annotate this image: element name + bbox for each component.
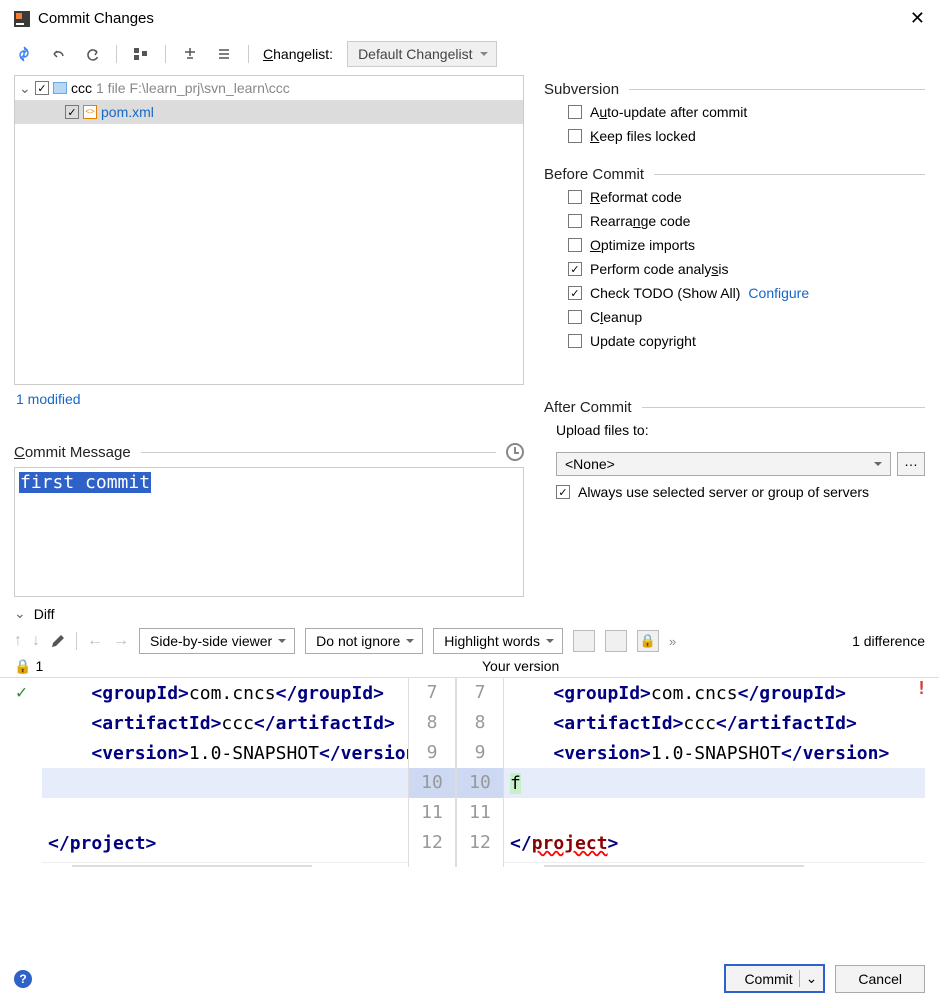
error-marker-icon: ! (916, 678, 927, 699)
diff-collapse-icon[interactable]: ⌄ (14, 605, 26, 622)
files-tree[interactable]: ⌄ ✓ ccc 1 file F:\learn_prj\svn_learn\cc… (14, 75, 524, 385)
help-icon[interactable]: ? (14, 970, 32, 988)
file-checkbox[interactable]: ✓ (65, 105, 79, 119)
analysis-label: Perform code analysis (590, 261, 729, 277)
reformat-label: Reformat code (590, 189, 682, 205)
changelist-select[interactable]: Default Changelist (347, 41, 497, 67)
auto-update-label: Auto-update after commit (590, 104, 747, 120)
commit-message-input[interactable]: first commit (14, 467, 524, 597)
commit-button[interactable]: Commit⌄ (724, 964, 825, 993)
copyright-label: Update copyright (590, 333, 696, 349)
todo-checkbox[interactable] (568, 286, 582, 300)
upload-label: Upload files to: (556, 422, 925, 438)
keep-locked-label: Keep files locked (590, 128, 696, 144)
readonly-lock-icon: 🔒 (14, 658, 31, 674)
cleanup-label: Cleanup (590, 309, 642, 325)
subversion-title: Subversion (544, 81, 619, 98)
highlight-select[interactable]: Highlight words (433, 628, 563, 654)
root-name: ccc (71, 80, 92, 96)
cancel-button[interactable]: Cancel (835, 965, 925, 993)
root-checkbox[interactable]: ✓ (35, 81, 49, 95)
difference-count: 1 difference (852, 633, 925, 649)
split-button[interactable] (605, 630, 627, 652)
always-server-label: Always use selected server or group of s… (578, 484, 869, 500)
changelist-label: Changelist: (263, 46, 333, 62)
collapse-arrow-icon[interactable]: ⌄ (19, 80, 31, 97)
analysis-checkbox[interactable] (568, 262, 582, 276)
commit-msg-label: Commit Message (14, 444, 131, 461)
redo-circle-icon[interactable] (82, 44, 102, 64)
back-icon[interactable]: ← (87, 632, 103, 650)
keep-locked-checkbox[interactable] (568, 129, 582, 143)
root-meta: 1 file F:\learn_prj\svn_learn\ccc (96, 80, 290, 96)
next-diff-icon[interactable]: ↓ (32, 632, 40, 650)
prev-diff-icon[interactable]: ↑ (14, 632, 22, 650)
diff-right-pane[interactable]: <groupId>com.cncs</groupId> <artifactId>… (504, 678, 925, 867)
before-commit-title: Before Commit (544, 166, 644, 183)
folder-icon (53, 82, 67, 94)
rearrange-label: Rearrange code (590, 213, 690, 229)
cleanup-checkbox[interactable] (568, 310, 582, 324)
refresh-diff-icon[interactable] (14, 44, 34, 64)
copyright-checkbox[interactable] (568, 334, 582, 348)
lock-icon[interactable]: 🔒 (637, 630, 659, 652)
auto-update-checkbox[interactable] (568, 105, 582, 119)
group-icon[interactable] (131, 44, 151, 64)
right-version-label: Your version (482, 658, 559, 675)
window-title: Commit Changes (38, 10, 910, 27)
commit-dropdown-icon[interactable]: ⌄ (799, 970, 818, 987)
forward-icon[interactable]: → (113, 632, 129, 650)
xml-file-icon: <> (83, 105, 97, 119)
viewer-mode-select[interactable]: Side-by-side viewer (139, 628, 295, 654)
undo-icon[interactable] (48, 44, 68, 64)
modified-count: 1 modified (14, 385, 524, 413)
diff-left-pane[interactable]: <groupId>com.cncs</groupId> <artifactId>… (42, 678, 408, 867)
h-scrollbar-right[interactable] (544, 865, 804, 867)
close-button[interactable]: ✕ (910, 8, 925, 29)
history-icon[interactable] (506, 443, 524, 461)
upload-browse-button[interactable]: … (897, 452, 925, 476)
optimize-label: Optimize imports (590, 237, 695, 253)
todo-label: Check TODO (Show All) (590, 285, 740, 301)
collapse-all-icon[interactable] (214, 44, 234, 64)
tree-file-row[interactable]: ✓ <> pom.xml (15, 100, 523, 124)
tree-root[interactable]: ⌄ ✓ ccc 1 file F:\learn_prj\svn_learn\cc… (15, 76, 523, 100)
reformat-checkbox[interactable] (568, 190, 582, 204)
app-icon (14, 11, 30, 27)
after-commit-title: After Commit (544, 399, 632, 416)
file-name: pom.xml (101, 104, 154, 120)
expand-all-icon[interactable] (180, 44, 200, 64)
ignore-select[interactable]: Do not ignore (305, 628, 423, 654)
upload-select[interactable]: <None> (556, 452, 891, 476)
configure-link[interactable]: Configure (748, 285, 809, 301)
rearrange-checkbox[interactable] (568, 214, 582, 228)
h-scrollbar-left[interactable] (72, 865, 312, 867)
ok-marker-icon: ✓ (16, 682, 42, 703)
edit-icon[interactable] (50, 633, 66, 649)
top-toolbar: Changelist: Default Changelist (0, 37, 939, 75)
left-version-label: 1 (35, 658, 43, 674)
always-server-checkbox[interactable] (556, 485, 570, 499)
diff-title: Diff (34, 606, 55, 622)
optimize-checkbox[interactable] (568, 238, 582, 252)
line-gutter: 789101112 789101112 (408, 678, 504, 867)
sync-scroll-button[interactable] (573, 630, 595, 652)
